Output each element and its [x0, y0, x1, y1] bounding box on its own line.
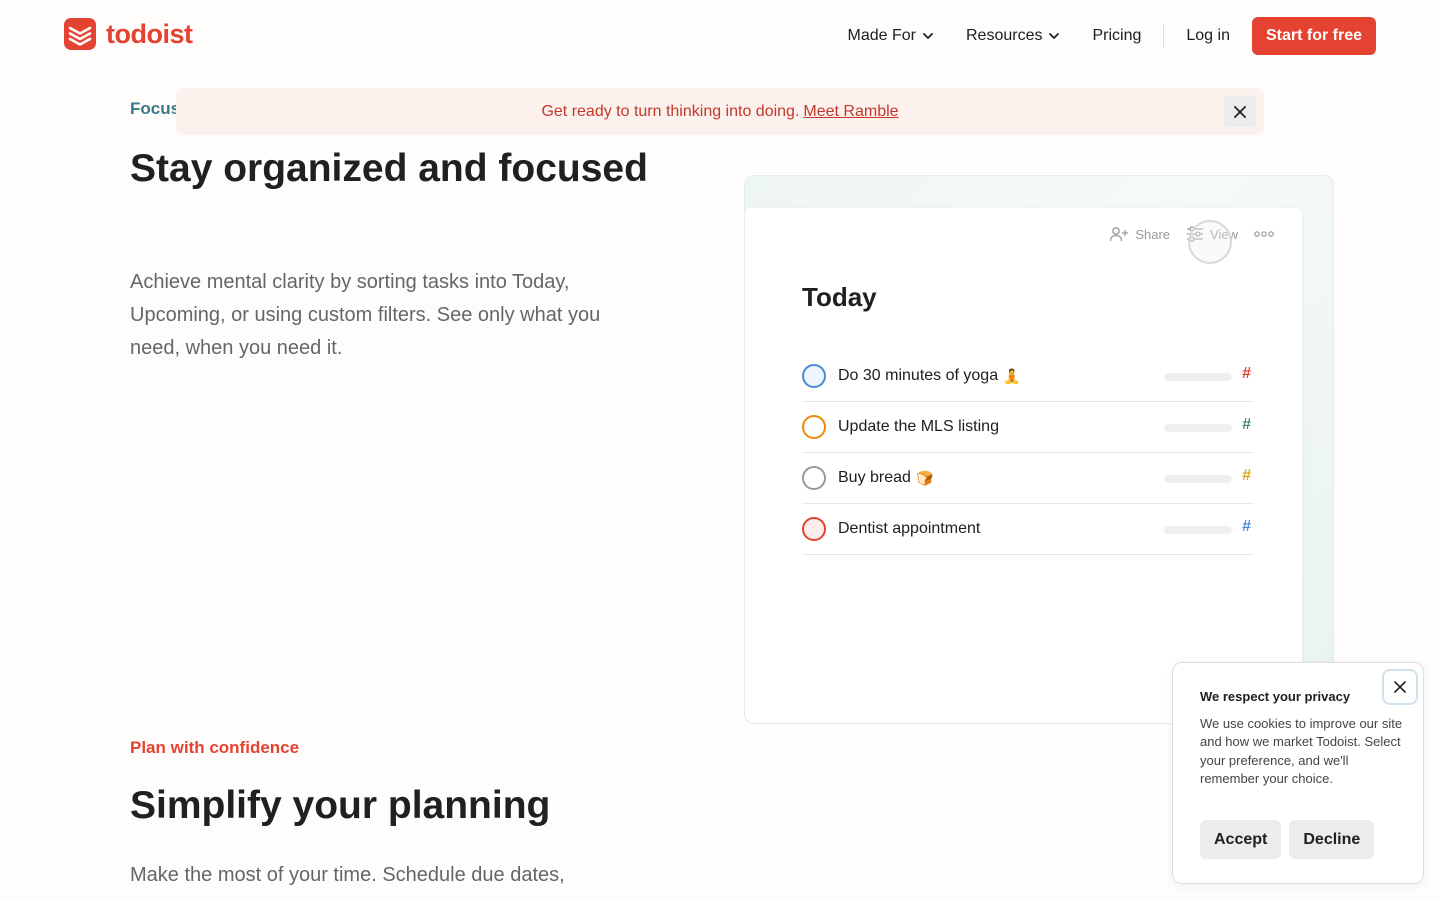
- task-emoji: 🧘: [1003, 367, 1021, 384]
- nav-resources-label: Resources: [965, 27, 1043, 44]
- task-date-placeholder: [1164, 475, 1232, 483]
- more-dots-icon: [1254, 231, 1274, 237]
- task-checkbox[interactable]: [802, 415, 826, 439]
- task-date-placeholder: [1164, 424, 1232, 432]
- more-button[interactable]: [1254, 230, 1274, 238]
- site-header: todoist Made For Resources Pricing Log i…: [0, 0, 1440, 72]
- app-window: Share View Today Do 30 minutes of yoga 🧘…: [745, 208, 1302, 723]
- task-date-placeholder: [1164, 526, 1232, 534]
- focus-eyebrow: Focus: [130, 99, 176, 118]
- nav-divider: [1163, 24, 1165, 48]
- nav-pricing[interactable]: Pricing: [1076, 17, 1157, 55]
- task-checkbox[interactable]: [802, 364, 826, 388]
- task-date-placeholder: [1164, 373, 1232, 381]
- task-label: Dentist appointment: [838, 520, 981, 537]
- plan-eyebrow: Plan with confidence: [130, 738, 300, 757]
- banner-close-button[interactable]: [1224, 96, 1256, 127]
- cookie-close-button[interactable]: [1382, 669, 1418, 705]
- hash-icon: #: [1242, 365, 1251, 382]
- task-label: Do 30 minutes of yoga: [838, 367, 999, 384]
- todoist-logo-icon: [64, 18, 96, 50]
- task-list: Do 30 minutes of yoga 🧘 # Update the MLS…: [802, 351, 1254, 555]
- share-user-icon: [1110, 227, 1129, 242]
- app-preview: Share View Today Do 30 minutes of yoga 🧘…: [744, 175, 1334, 724]
- nav-made-for-label: Made For: [847, 27, 916, 44]
- cookie-dialog: We respect your privacy We use cookies t…: [1172, 662, 1424, 884]
- focus-title: Stay organized and focused: [130, 147, 648, 190]
- login-link[interactable]: Log in: [1170, 17, 1246, 55]
- task-row[interactable]: Buy bread 🍞 #: [802, 453, 1254, 504]
- task-checkbox[interactable]: [802, 466, 826, 490]
- nav-made-for[interactable]: Made For: [832, 17, 950, 55]
- hash-icon: #: [1242, 416, 1251, 433]
- accept-button[interactable]: Accept: [1200, 820, 1282, 859]
- brand-name: todoist: [106, 18, 193, 49]
- share-label: Share: [1135, 226, 1171, 242]
- share-button[interactable]: Share: [1109, 226, 1170, 242]
- task-row[interactable]: Update the MLS listing #: [802, 402, 1254, 453]
- cursor-indicator: [1188, 220, 1232, 264]
- close-icon: [1394, 681, 1406, 693]
- start-free-button[interactable]: Start for free: [1251, 17, 1376, 55]
- banner-text: Get ready to turn thinking into doing.: [541, 102, 800, 120]
- main-nav: Made For Resources Pricing Log in Start …: [832, 17, 1376, 55]
- plan-title: Simplify your planning: [130, 784, 551, 827]
- task-emoji: 🍞: [915, 469, 934, 486]
- chevron-down-icon: [1049, 33, 1060, 39]
- announcement-banner: Get ready to turn thinking into doing. M…: [176, 88, 1264, 135]
- close-icon: [1234, 105, 1246, 118]
- task-row[interactable]: Dentist appointment #: [802, 504, 1254, 555]
- task-row[interactable]: Do 30 minutes of yoga 🧘 #: [802, 351, 1254, 402]
- task-checkbox[interactable]: [802, 517, 826, 541]
- decline-button[interactable]: Decline: [1289, 820, 1375, 859]
- hash-icon: #: [1242, 518, 1251, 535]
- hash-icon: #: [1242, 467, 1251, 484]
- chevron-down-icon: [923, 33, 933, 39]
- brand-logo[interactable]: todoist: [64, 18, 193, 50]
- focus-description: Achieve mental clarity by sorting tasks …: [130, 271, 601, 359]
- task-label: Update the MLS listing: [838, 418, 999, 435]
- task-label: Buy bread: [838, 469, 911, 486]
- plan-description: Make the most of your time. Schedule due…: [130, 864, 565, 886]
- cookie-text: We use cookies to improve our site and h…: [1200, 716, 1403, 787]
- banner-link[interactable]: Meet Ramble: [803, 103, 898, 121]
- cookie-title: We respect your privacy: [1200, 689, 1351, 704]
- cookie-actions: Accept Decline: [1200, 820, 1375, 859]
- nav-resources[interactable]: Resources: [950, 17, 1076, 55]
- today-title: Today: [802, 282, 877, 312]
